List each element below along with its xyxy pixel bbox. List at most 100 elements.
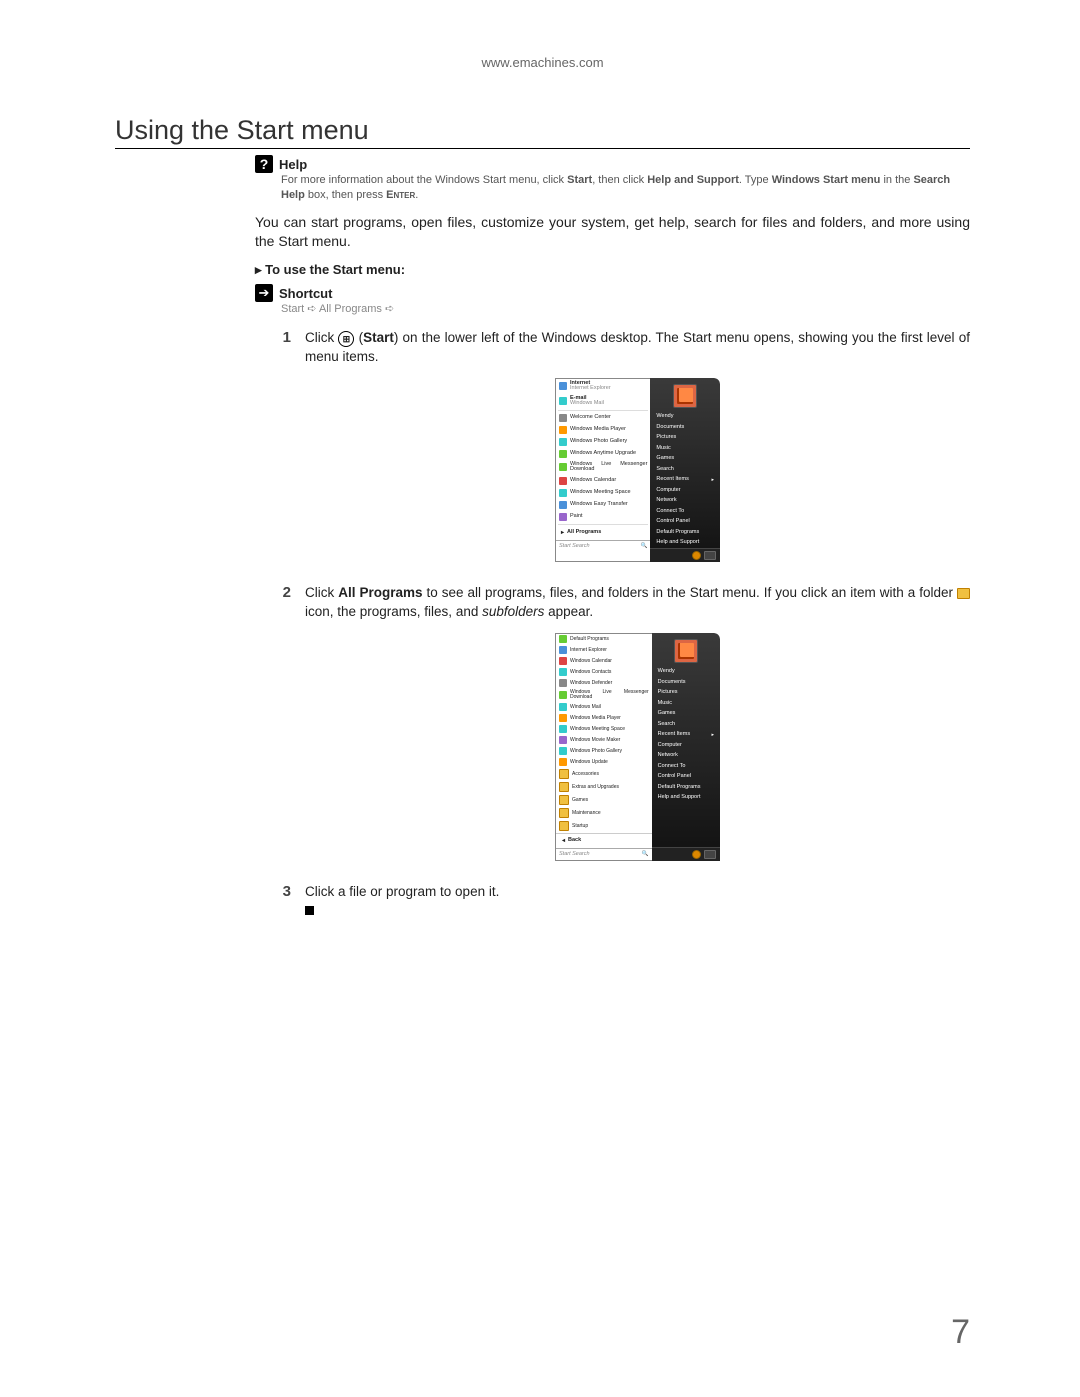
program-item: Windows Anytime Upgrade <box>556 448 650 460</box>
arrow-right-icon: ➔ <box>255 284 273 302</box>
program-item: Windows Photo Gallery <box>556 746 652 757</box>
right-panel-item: Help and Support <box>650 538 720 549</box>
program-item: Windows Update <box>556 757 652 768</box>
lock-button-icon <box>704 551 716 560</box>
title-rule <box>115 148 970 149</box>
right-panel-item: Network <box>652 751 720 762</box>
page-number: 7 <box>951 1313 970 1352</box>
step-number: 1 <box>275 329 291 576</box>
right-panel-item: Computer <box>652 740 720 751</box>
search-icon: 🔍 <box>642 851 649 858</box>
program-item: Default Programs <box>556 634 652 645</box>
program-item: Windows Live Messenger Download <box>556 689 652 702</box>
program-item: Maintenance <box>556 807 652 820</box>
program-item: InternetInternet Explorer <box>556 379 650 394</box>
program-item: E-mailWindows Mail <box>556 394 650 409</box>
step-number: 3 <box>275 883 291 919</box>
start-orb-icon: ⊞ <box>338 331 354 347</box>
program-icon <box>559 679 567 687</box>
user-avatar-icon <box>674 639 698 663</box>
shortcut-callout: ➔ Shortcut Start ➪ All Programs ➪ <box>255 284 970 315</box>
program-icon <box>559 782 569 792</box>
right-panel-item: Connect To <box>650 506 720 517</box>
start-search-box: Start Search🔍 <box>556 848 652 860</box>
program-icon <box>559 714 567 722</box>
program-item: Windows Defender <box>556 678 652 689</box>
program-icon <box>559 758 567 766</box>
program-item: Games <box>556 794 652 807</box>
right-panel-item: Documents <box>650 422 720 433</box>
start-menu-right-panel: WendyDocumentsPicturesMusicGamesSearchRe… <box>650 378 720 563</box>
program-icon <box>559 769 569 779</box>
right-panel-item: Wendy <box>652 667 720 678</box>
start-search-box: Start Search🔍 <box>556 540 650 552</box>
program-icon <box>559 414 567 422</box>
power-icon <box>692 850 701 859</box>
program-icon <box>559 463 567 471</box>
right-panel-item: Games <box>652 709 720 720</box>
lock-button-icon <box>704 850 716 859</box>
right-panel-item: Recent Items <box>650 475 720 486</box>
program-item: Windows Media Player <box>556 713 652 724</box>
program-icon <box>559 397 567 405</box>
right-panel-item: Search <box>650 464 720 475</box>
program-icon <box>559 501 567 509</box>
program-item: Accessories <box>556 768 652 781</box>
program-icon <box>559 736 567 744</box>
power-icon <box>692 551 701 560</box>
right-panel-item: Network <box>650 496 720 507</box>
start-menu-footer <box>650 548 720 562</box>
program-item: Windows Meeting Space <box>556 487 650 499</box>
right-panel-item: Search <box>652 719 720 730</box>
program-icon <box>559 703 567 711</box>
program-item: Internet Explorer <box>556 645 652 656</box>
right-panel-item: Control Panel <box>650 517 720 528</box>
program-icon <box>559 426 567 434</box>
program-icon <box>559 438 567 446</box>
right-panel-item: Games <box>650 454 720 465</box>
folder-icon <box>957 588 970 599</box>
step-2: 2 Click All Programs to see all programs… <box>275 584 970 875</box>
program-icon <box>559 635 567 643</box>
intro-paragraph: You can start programs, open files, cust… <box>255 213 970 251</box>
program-item: Windows Photo Gallery <box>556 436 650 448</box>
right-panel-item: Computer <box>650 485 720 496</box>
program-icon <box>559 513 567 521</box>
program-icon <box>559 821 569 831</box>
help-icon: ? <box>255 155 273 173</box>
program-item: Windows Calendar <box>556 656 652 667</box>
program-icon <box>559 747 567 755</box>
all-programs-item: All Programs <box>556 526 650 540</box>
right-panel-item: Connect To <box>652 761 720 772</box>
program-icon <box>559 646 567 654</box>
right-panel-item: Documents <box>652 677 720 688</box>
program-item: Paint <box>556 511 650 523</box>
instruction-heading: To use the Start menu: <box>255 262 970 278</box>
right-panel-item: Music <box>650 443 720 454</box>
end-of-procedure-icon <box>305 906 314 915</box>
right-panel-item: Pictures <box>650 433 720 444</box>
step-1: 1 Click ⊞ (Start) on the lower left of t… <box>275 329 970 576</box>
right-panel-item: Wendy <box>650 412 720 423</box>
program-item: Windows Movie Maker <box>556 735 652 746</box>
right-panel-item: Music <box>652 698 720 709</box>
program-icon <box>559 489 567 497</box>
right-panel-item: Pictures <box>652 688 720 699</box>
program-icon <box>559 657 567 665</box>
program-item: Welcome Center <box>556 412 650 424</box>
program-item: Windows Media Player <box>556 424 650 436</box>
program-item: Startup <box>556 820 652 833</box>
shortcut-label: Shortcut <box>279 286 332 301</box>
program-icon <box>559 382 567 390</box>
program-item: Windows Mail <box>556 702 652 713</box>
help-text: For more information about the Windows S… <box>281 173 970 203</box>
start-menu-footer <box>652 847 720 861</box>
user-avatar-icon <box>673 384 697 408</box>
program-icon <box>559 668 567 676</box>
right-panel-item: Recent Items <box>652 730 720 741</box>
program-item: Windows Calendar <box>556 475 650 487</box>
start-menu-all-programs: Default ProgramsInternet ExplorerWindows… <box>555 633 720 862</box>
help-callout: ? Help For more information about the Wi… <box>255 155 970 203</box>
start-menu-level-1: InternetInternet ExplorerE-mailWindows M… <box>555 378 720 563</box>
help-label: Help <box>279 157 307 172</box>
